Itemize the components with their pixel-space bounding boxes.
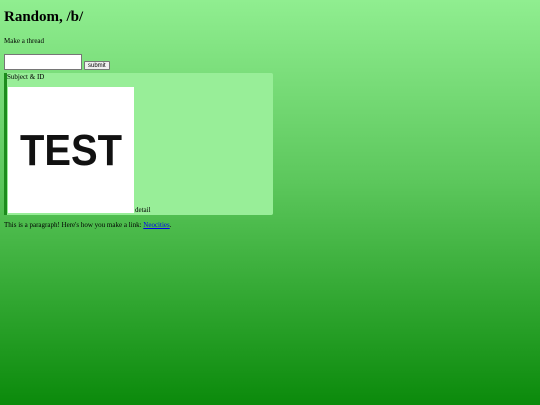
thread-form: submit [4, 52, 536, 70]
post-image[interactable]: TEST [8, 87, 134, 213]
post-subject: Subject & ID [7, 73, 45, 81]
thread-text-input[interactable] [4, 54, 82, 70]
neocities-link[interactable]: Neocities [143, 221, 169, 229]
page-title: Random, /b/ [4, 9, 84, 25]
page: Random, /b/ Make a thread submit Subject… [4, 8, 536, 230]
paragraph-text: This is a paragraph! Here's how you make… [4, 221, 144, 229]
paragraph-end: . [169, 221, 172, 229]
post: Subject & ID TEST detail [4, 73, 273, 215]
footer-paragraph: This is a paragraph! Here's how you make… [4, 221, 536, 230]
make-thread-label: Make a thread [4, 37, 45, 45]
post-detail-label: detail [135, 206, 151, 214]
test-image-graphic: TEST [20, 131, 122, 169]
submit-button[interactable]: submit [84, 61, 110, 70]
post-image-text: TEST [20, 131, 122, 169]
